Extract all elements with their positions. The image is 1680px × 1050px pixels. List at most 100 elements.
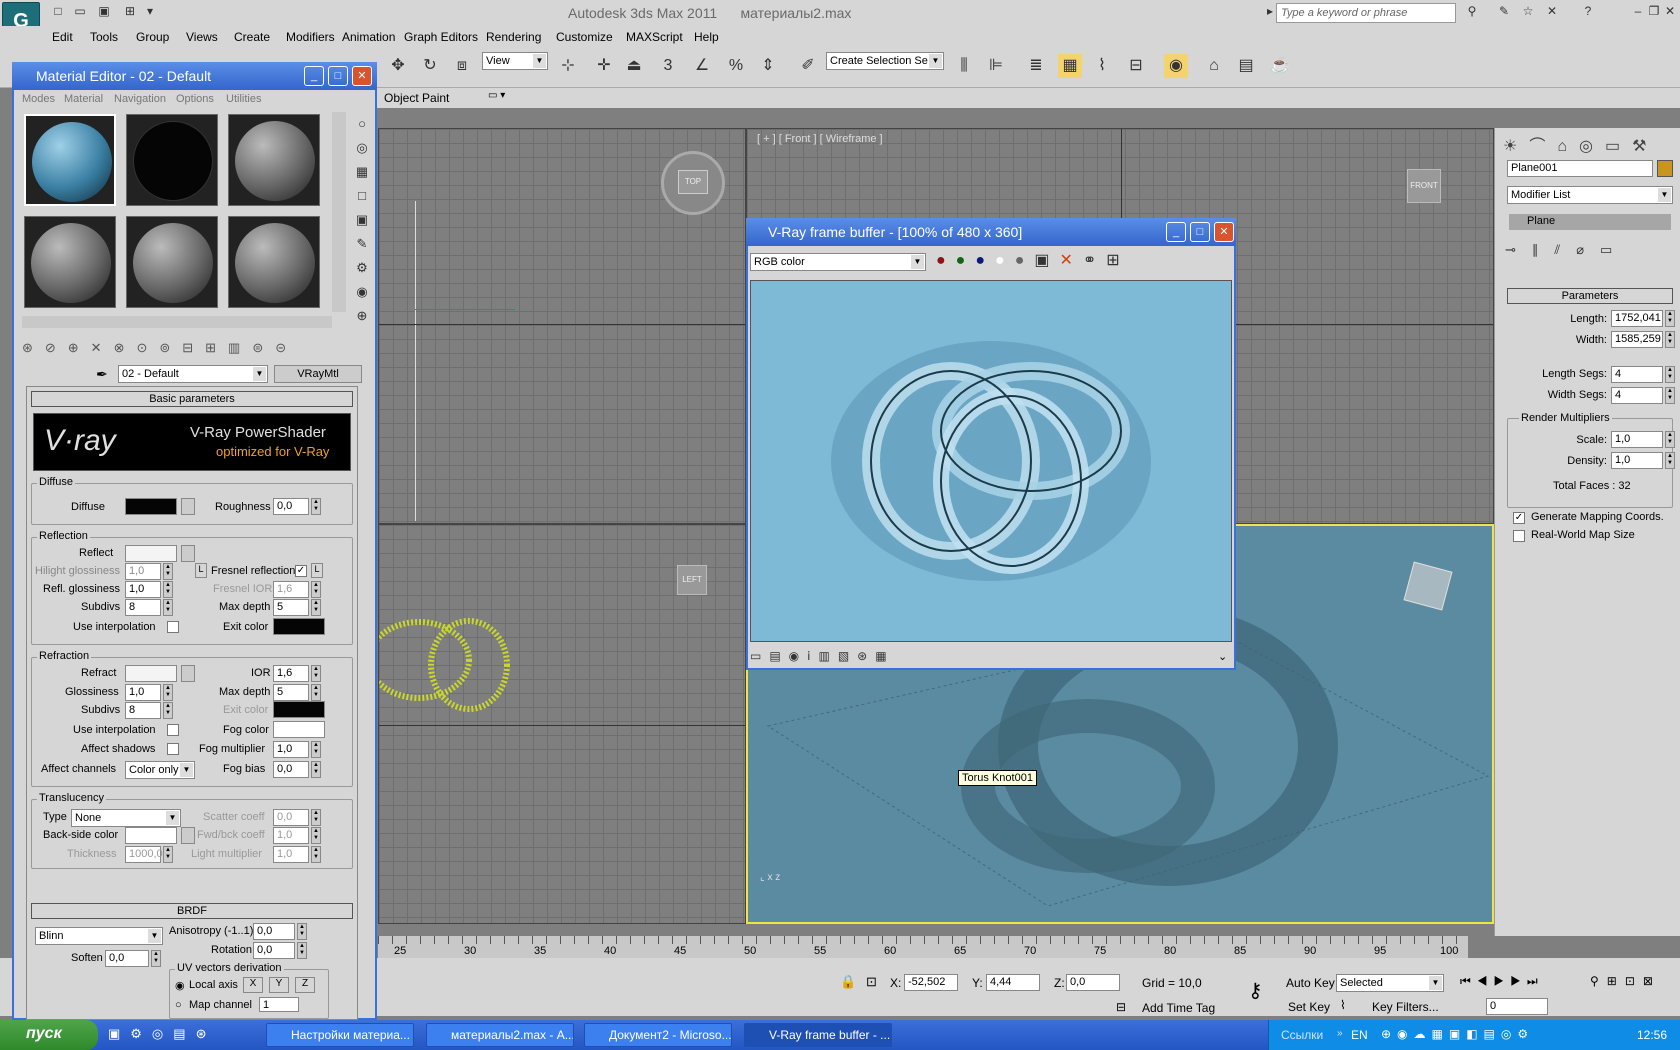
vfb-render-image[interactable]: [750, 280, 1232, 642]
affect-shadows-checkbox[interactable]: [167, 743, 179, 755]
links-expand-icon[interactable]: »: [1337, 1028, 1343, 1039]
vfb-maximize-icon[interactable]: □: [1190, 222, 1210, 242]
ior-spinner[interactable]: ▲ ▼: [311, 665, 321, 682]
keyboard-shortcut-icon[interactable]: ⏏: [622, 54, 646, 78]
quick-launch-icons[interactable]: ▣⚙◎▤⊛: [108, 1026, 268, 1044]
light-multiplier-spinner[interactable]: ▲ ▼: [311, 846, 321, 863]
percent-snap-icon[interactable]: %: [724, 54, 748, 78]
material-editor-toolbar[interactable]: ⊛⊘⊕✕⊗⊙⊚⊟⊞▥⊜⊝: [22, 340, 362, 360]
menu-help[interactable]: Help: [694, 30, 719, 44]
menu-tools[interactable]: Tools: [90, 30, 118, 44]
tray-icons[interactable]: ⊕◉☁▦▣◧▤◎⚙: [1381, 1027, 1601, 1043]
diffuse-color-swatch[interactable]: [125, 498, 177, 515]
lock-selection-icon[interactable]: 🔒: [840, 974, 856, 990]
roughness-input[interactable]: 0,0: [273, 498, 309, 515]
menu-rendering[interactable]: Rendering: [486, 30, 541, 44]
density-spinner[interactable]: ▲ ▼: [1665, 452, 1675, 469]
refr-interp-checkbox[interactable]: [167, 724, 179, 736]
top-viewport[interactable]: TOP: [378, 128, 746, 524]
task-3dsmax[interactable]: материалы2.max - А...: [426, 1023, 574, 1047]
fwd-bck-coeff-spinner[interactable]: ▲ ▼: [311, 827, 321, 844]
schematic-view-icon[interactable]: ⊟: [1124, 54, 1148, 78]
scatter-coeff-spinner[interactable]: ▲ ▼: [311, 809, 321, 826]
rotation-spinner[interactable]: ▲ ▼: [297, 942, 307, 959]
x-coord-input[interactable]: -52,502: [904, 974, 958, 991]
time-tag-icon[interactable]: ⊟: [1116, 1000, 1126, 1014]
refl-max-depth-input[interactable]: 5: [273, 599, 309, 616]
rendered-frame-window-icon[interactable]: ▤: [1234, 54, 1258, 78]
vfb-expand-icon[interactable]: ⌄: [1218, 650, 1227, 663]
refract-map-button[interactable]: [181, 665, 195, 682]
sample-slot-2[interactable]: [126, 114, 218, 206]
glossiness-input[interactable]: 1,0: [125, 684, 161, 701]
affect-channels-dropdown[interactable]: Color only ▼: [125, 761, 195, 779]
vfb-channel-dropdown[interactable]: RGB color ▼: [750, 253, 926, 271]
sample-slots-hscroll[interactable]: [22, 316, 332, 328]
fresnel-ior-input[interactable]: 1,6: [273, 581, 309, 598]
vfb-toolbar[interactable]: ●●●●●▣✕⚭⊞: [936, 250, 1232, 274]
modifier-list-dropdown[interactable]: Modifier List ▼: [1507, 186, 1673, 204]
diffuse-map-button[interactable]: [181, 498, 195, 515]
fog-multiplier-input[interactable]: 1,0: [273, 741, 309, 758]
roughness-spinner[interactable]: ▲ ▼: [311, 498, 321, 515]
front-viewport-label[interactable]: [ + ] [ Front ] [ Wireframe ]: [757, 133, 883, 145]
soften-spinner[interactable]: ▲ ▼: [151, 950, 161, 967]
quick-access-dropdown-icon[interactable]: ▾: [142, 4, 158, 20]
refr-subdivs-spinner[interactable]: ▲ ▼: [163, 702, 173, 719]
minimize-app-icon[interactable]: –: [1630, 4, 1646, 20]
start-button[interactable]: пуск: [0, 1020, 98, 1050]
project-folder-icon[interactable]: ⊞: [122, 4, 138, 20]
viewcube-top[interactable]: TOP: [661, 151, 725, 215]
brdf-type-dropdown[interactable]: Blinn ▼: [35, 927, 163, 945]
close-app-icon[interactable]: ✕: [1662, 4, 1678, 20]
favorites-icon[interactable]: ☆: [1520, 4, 1536, 20]
exchange-icon[interactable]: ✕: [1544, 4, 1560, 20]
width-spinner[interactable]: ▲ ▼: [1665, 331, 1675, 348]
local-axis-radio[interactable]: ◉: [175, 979, 185, 992]
left-viewport[interactable]: LEFT: [378, 524, 746, 924]
save-file-icon[interactable]: ▣: [96, 4, 112, 20]
map-channel-radio[interactable]: ○: [175, 999, 182, 1011]
length-input[interactable]: 1752,041: [1611, 310, 1663, 327]
curve-editor-icon[interactable]: ⌇: [1090, 54, 1114, 78]
menu-options[interactable]: Options: [176, 93, 214, 105]
spinner-snap-icon[interactable]: ⇕: [756, 54, 780, 78]
real-world-map-checkbox[interactable]: [1513, 530, 1525, 542]
axis-y-button[interactable]: Y: [269, 977, 289, 993]
scale-spinner[interactable]: ▲ ▼: [1665, 431, 1675, 448]
graphite-toggle-icon[interactable]: ▦: [1058, 54, 1082, 78]
communication-center-icon[interactable]: ✎: [1496, 4, 1512, 20]
scatter-coeff-input[interactable]: 0,0: [273, 809, 309, 826]
translucency-type-dropdown[interactable]: None ▼: [71, 809, 181, 827]
thickness-spinner[interactable]: ▲ ▼: [163, 846, 173, 863]
binoculars-icon[interactable]: ⚲: [1464, 4, 1480, 20]
task-word-document[interactable]: Документ2 - Microso...: [584, 1023, 732, 1047]
fog-bias-spinner[interactable]: ▲ ▼: [311, 761, 321, 778]
axis-x-button[interactable]: X: [243, 977, 263, 993]
fwd-bck-coeff-input[interactable]: 1,0: [273, 827, 309, 844]
width-segs-input[interactable]: 4: [1611, 387, 1663, 404]
close-icon[interactable]: ✕: [352, 66, 372, 86]
menu-graph-editors[interactable]: Graph Editors: [404, 30, 478, 44]
axis-z-button[interactable]: Z: [295, 977, 315, 993]
key-filters-button[interactable]: Key Filters...: [1372, 1000, 1439, 1014]
length-segs-input[interactable]: 4: [1611, 366, 1663, 383]
length-segs-spinner[interactable]: ▲ ▼: [1665, 366, 1675, 383]
refl-glossiness-input[interactable]: 1,0: [125, 581, 161, 598]
refl-glossiness-spinner[interactable]: ▲ ▼: [163, 581, 173, 598]
rotation-input[interactable]: 0,0: [253, 942, 295, 959]
menu-modifiers[interactable]: Modifiers: [286, 30, 335, 44]
open-file-icon[interactable]: ▭: [72, 4, 88, 20]
menu-animation[interactable]: Animation: [342, 30, 395, 44]
language-indicator[interactable]: EN: [1351, 1028, 1368, 1042]
fresnel-ior-spinner[interactable]: ▲ ▼: [311, 581, 321, 598]
soften-input[interactable]: 0,0: [105, 950, 149, 967]
scale-input[interactable]: 1,0: [1611, 431, 1663, 448]
glossiness-spinner[interactable]: ▲ ▼: [163, 684, 173, 701]
render-setup-icon[interactable]: ⌂: [1202, 54, 1226, 78]
time-slider-track[interactable]: 25 30 35 40 45 50 55 60 65 70 75 80 85 9…: [378, 936, 1468, 958]
y-coord-input[interactable]: 4,44: [986, 974, 1040, 991]
object-name-field[interactable]: Plane001: [1507, 160, 1653, 177]
sample-slot-4[interactable]: [24, 216, 116, 308]
angle-snap-icon[interactable]: ∠: [690, 54, 714, 78]
